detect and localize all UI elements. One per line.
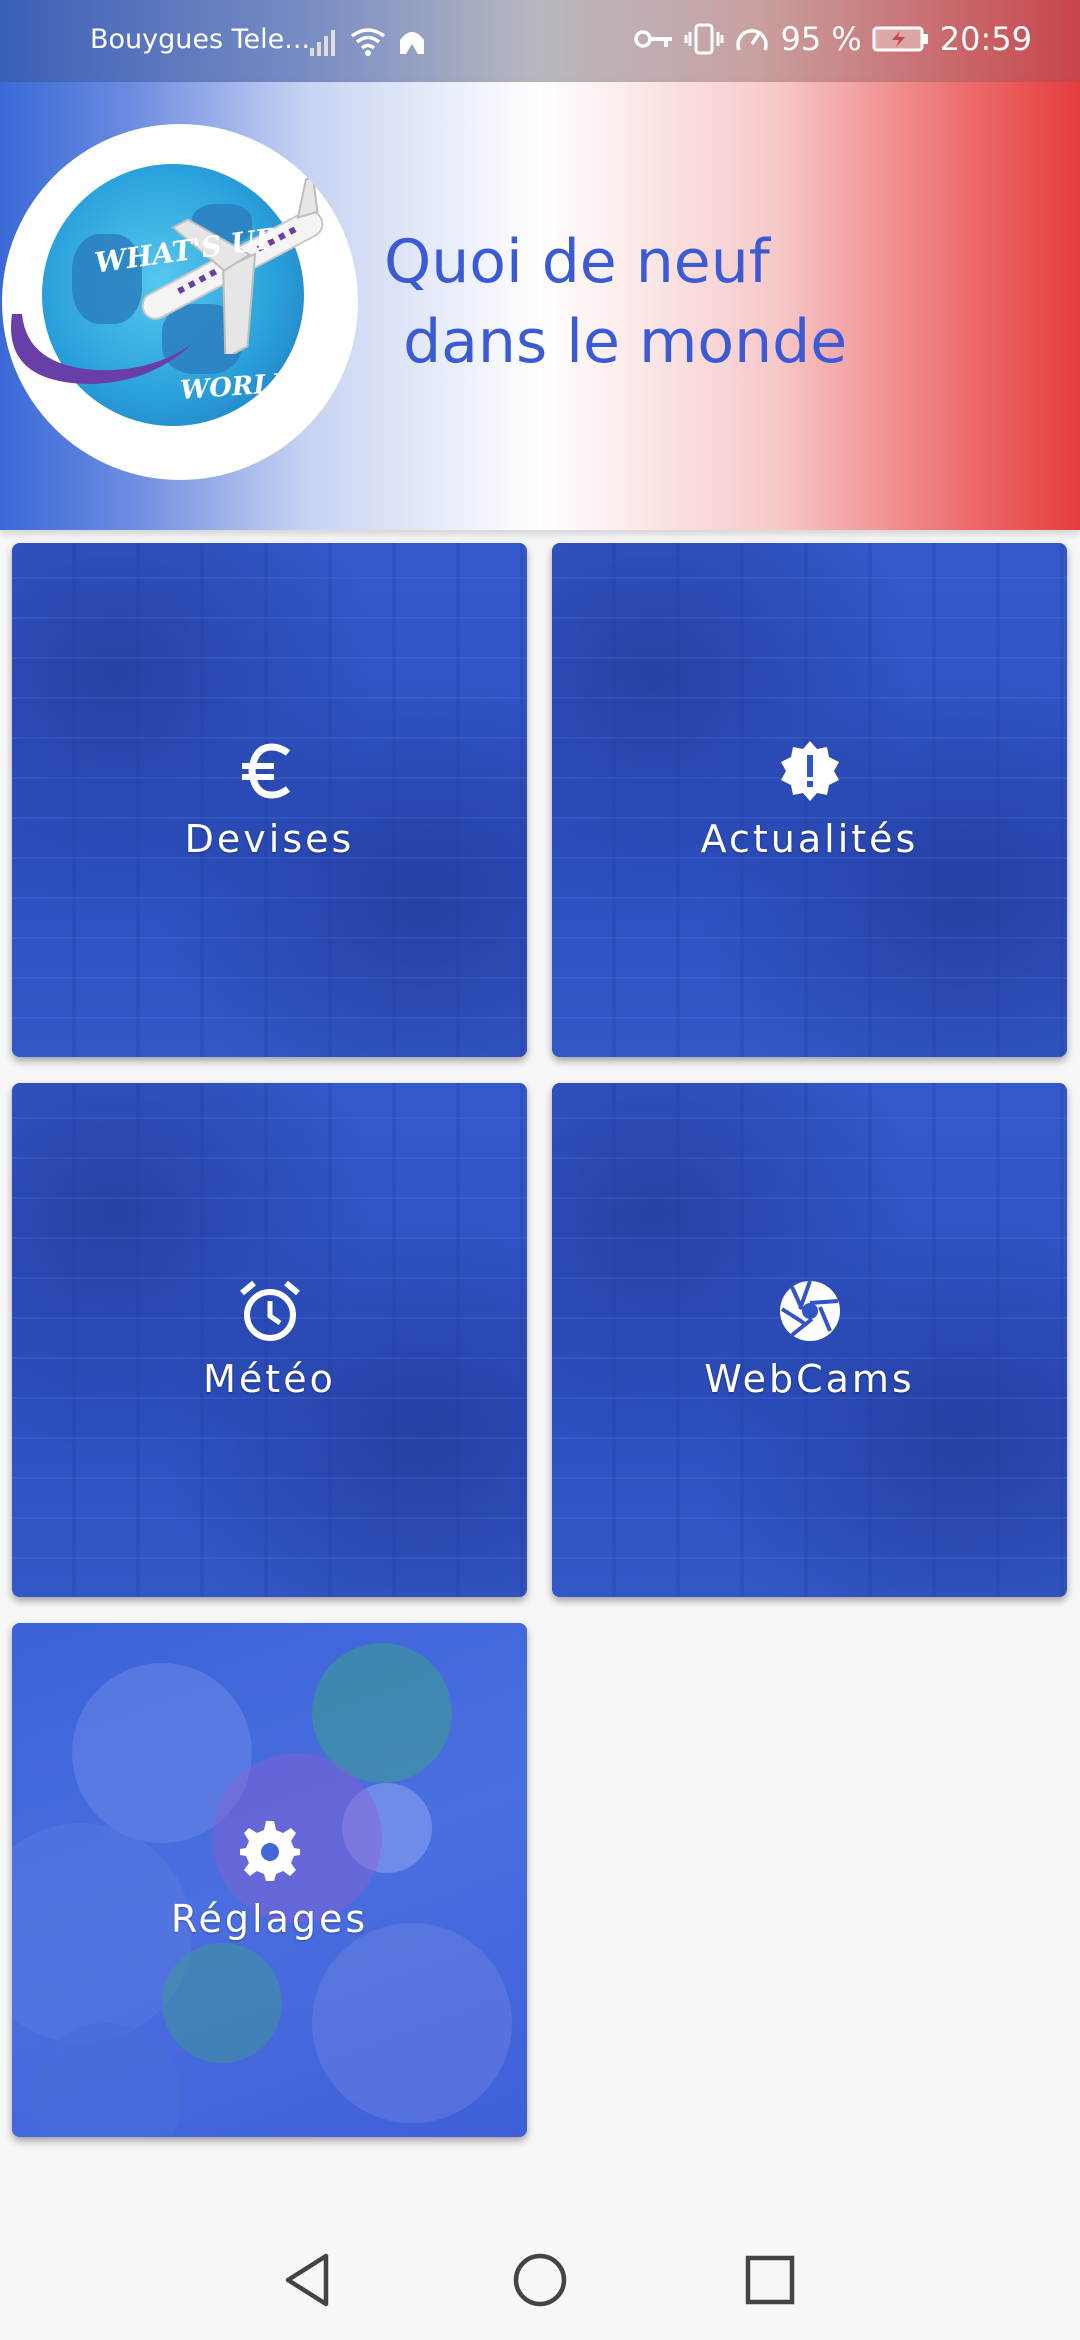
status-bar: Bouygues Tele... 95 % 20:59	[0, 0, 1080, 82]
vibrate-icon	[684, 23, 724, 55]
tile-label: Actualités	[700, 817, 919, 861]
app-header: WHAT'S UP WORLD Quoi de neuf dans le mon…	[0, 82, 1080, 530]
tile-webcams[interactable]: WebCams	[552, 1083, 1067, 1597]
battery-icon	[872, 26, 928, 52]
tile-label: Réglages	[170, 1897, 369, 1941]
battery-percent: 95 %	[780, 20, 862, 58]
carrier-name: Bouygues Tele...	[90, 24, 311, 55]
tile-devises[interactable]: Devises	[12, 543, 527, 1057]
alarm-clock-icon	[238, 1279, 302, 1343]
camera-aperture-icon	[778, 1279, 842, 1343]
page-title: Quoi de neuf dans le monde	[384, 227, 848, 377]
status-right: 95 % 20:59	[634, 20, 1032, 58]
euro-icon	[238, 739, 302, 803]
system-nav-bar	[0, 2220, 1080, 2340]
tile-reglages[interactable]: Réglages	[12, 1623, 527, 2137]
tile-label: Devises	[184, 817, 355, 861]
clock: 20:59	[939, 20, 1032, 58]
gear-icon	[238, 1819, 302, 1883]
tile-label: Météo	[203, 1357, 336, 1401]
app-logo: WHAT'S UP WORLD	[2, 124, 358, 480]
signal-wifi-icons	[308, 22, 438, 65]
tile-label: WebCams	[704, 1357, 915, 1401]
key-icon	[634, 30, 673, 48]
back-icon[interactable]	[280, 2250, 340, 2310]
speedometer-icon	[736, 29, 769, 51]
tile-actualites[interactable]: Actualités	[552, 543, 1067, 1057]
tile-meteo[interactable]: Météo	[12, 1083, 527, 1597]
alert-badge-icon	[778, 739, 842, 803]
recents-icon[interactable]	[740, 2250, 800, 2310]
home-icon[interactable]	[510, 2250, 570, 2310]
